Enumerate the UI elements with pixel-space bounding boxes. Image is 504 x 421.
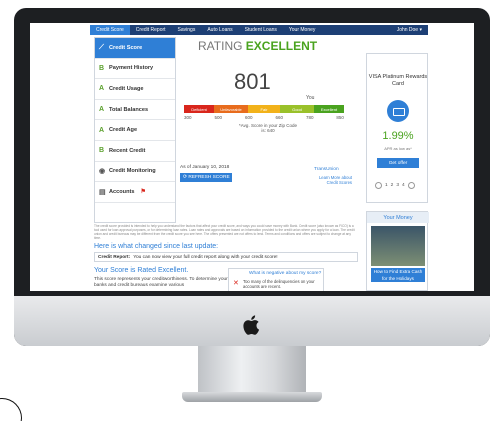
nav-auto-loans[interactable]: Auto Loans xyxy=(201,27,238,33)
holiday-lights-image xyxy=(371,226,425,266)
nav-student-loans[interactable]: Student Loans xyxy=(239,27,283,33)
score-panel: RATING EXCELLENT 801 You Deficient Unfavo… xyxy=(178,37,358,223)
monitor-foot xyxy=(182,392,322,402)
grade-badge: A xyxy=(99,126,105,134)
monitor-icon: ◉ xyxy=(99,168,106,176)
offer-title: VISA Platinum Rewards Card xyxy=(368,74,428,87)
rating-value: EXCELLENT xyxy=(245,39,318,53)
scale-tick: 660 xyxy=(275,115,283,120)
offer-pager: 1 2 3 4 xyxy=(375,182,415,189)
top-nav: Credit Score Credit Report Savings Auto … xyxy=(90,25,428,35)
zip-average-note: *Avg. Score in your Zip Code is: 640 xyxy=(239,123,297,133)
offer-rate-note: APR as low as* xyxy=(384,146,412,151)
sidebar-item-label: Recent Credit xyxy=(109,147,146,154)
offer-card: VISA Platinum Rewards Card 1.99% APR as … xyxy=(366,53,428,203)
score-scale-bar: Deficient Unfavorable Fair Good Excellent xyxy=(184,105,344,113)
nav-credit-score[interactable]: Credit Score xyxy=(90,25,130,35)
nav-savings[interactable]: Savings xyxy=(172,27,202,33)
your-money-heading: Your Money xyxy=(367,212,429,223)
flag-icon: ⚑ xyxy=(140,189,146,196)
nav-your-money[interactable]: Your Money xyxy=(283,27,322,33)
sidebar-item-label: Credit Monitoring xyxy=(109,168,156,175)
your-money-article-link[interactable]: How to Find Extra Cash for the Holidays xyxy=(371,268,425,282)
transunion-logo: TransUnion xyxy=(314,167,339,172)
your-money-card: Your Money How to Find Extra Cash for th… xyxy=(366,211,429,291)
grade-badge: B xyxy=(99,147,105,155)
rated-text: This score represents your creditworthin… xyxy=(94,277,243,288)
accounts-icon: ▤ xyxy=(99,188,106,196)
sidebar-item-recent-credit[interactable]: B Recent Credit xyxy=(95,141,175,162)
changes-text: You can now view your full credit report… xyxy=(133,254,278,260)
sidebar-item-credit-age[interactable]: A Credit Age xyxy=(95,120,175,141)
scale-segment-good: Good xyxy=(280,105,314,113)
page-1[interactable]: 1 xyxy=(385,183,388,188)
grade-badge: B xyxy=(99,64,105,72)
scale-tick: 500 xyxy=(214,115,222,120)
scale-tick: 600 xyxy=(244,115,253,120)
rating-prefix: RATING xyxy=(198,39,243,53)
nav-credit-report[interactable]: Credit Report xyxy=(130,27,172,33)
sidebar-item-payment-history[interactable]: B Payment History xyxy=(95,59,175,80)
you-marker: You xyxy=(306,95,315,101)
monitor-stand xyxy=(198,346,306,398)
score-scale-ticks: 300 500 600 660 780 850 xyxy=(184,115,344,120)
rated-heading: Your Score is Rated Excellent. xyxy=(94,267,189,274)
sidebar-item-label: Credit Score xyxy=(109,44,143,51)
chart-icon: ⟋ xyxy=(99,43,104,51)
changes-item: Credit Report: You can now view your ful… xyxy=(94,252,358,262)
sidebar-item-label: Total Balances xyxy=(109,106,149,113)
apple-logo-icon xyxy=(243,315,260,335)
scale-segment-excellent: Excellent xyxy=(314,105,344,113)
user-menu[interactable]: John Doe ▾ xyxy=(391,27,428,33)
sidebar-item-label: Credit Usage xyxy=(109,85,144,92)
changes-label: Credit Report: xyxy=(98,254,131,260)
decorative-curve xyxy=(0,398,22,421)
screen: Credit Score Credit Report Savings Auto … xyxy=(30,23,474,291)
negative-box: What is negative about my score? ✕ Too m… xyxy=(228,268,324,291)
scale-segment-fair: Fair xyxy=(248,105,280,113)
close-x-icon: ✕ xyxy=(233,280,239,287)
prev-arrow-icon[interactable] xyxy=(375,182,382,189)
scale-segment-unfavorable: Unfavorable xyxy=(214,105,248,113)
credit-score-value: 801 xyxy=(234,69,271,94)
as-of-date: As of January 10, 2018 xyxy=(180,165,230,170)
changes-heading: Here is what changed since last update: xyxy=(94,243,219,250)
refresh-score-button[interactable]: ⟳ REFRESH SCORE xyxy=(180,173,232,182)
next-arrow-icon[interactable] xyxy=(407,182,415,189)
page-4[interactable]: 4 xyxy=(402,183,405,188)
fine-print: The credit score provided is intended to… xyxy=(94,224,355,240)
get-offer-button[interactable]: Get offer xyxy=(377,158,419,168)
page-2[interactable]: 2 xyxy=(391,183,394,188)
sidebar-item-label: Credit Age xyxy=(109,127,138,134)
sidebar-item-credit-usage[interactable]: A Credit Usage xyxy=(95,79,175,100)
page-3[interactable]: 3 xyxy=(396,183,399,188)
grade-badge: A xyxy=(99,85,105,93)
learn-more-link[interactable]: Learn More about Credit Scores xyxy=(314,175,352,185)
scale-tick: 850 xyxy=(336,115,344,120)
sidebar: ⟋ Credit Score B Payment History A Credi… xyxy=(94,37,176,223)
scale-segment-deficient: Deficient xyxy=(184,105,214,113)
sidebar-item-label: Payment History xyxy=(109,65,154,72)
scale-tick: 300 xyxy=(184,115,192,120)
sidebar-item-accounts[interactable]: ▤ Accounts ⚑ xyxy=(95,182,175,203)
negative-text: Too many of the delinquencies on your ac… xyxy=(243,279,315,289)
sidebar-item-label: Accounts xyxy=(109,188,135,195)
grade-badge: A xyxy=(99,106,105,114)
stage: Credit Score Credit Report Savings Auto … xyxy=(0,0,504,421)
offer-rate: 1.99% xyxy=(382,130,414,142)
negative-heading[interactable]: What is negative about my score? xyxy=(249,271,321,276)
sidebar-item-credit-score[interactable]: ⟋ Credit Score xyxy=(95,38,175,59)
scale-tick: 780 xyxy=(305,115,314,120)
sidebar-item-credit-monitoring[interactable]: ◉ Credit Monitoring xyxy=(95,162,175,183)
credit-card-icon xyxy=(387,100,409,122)
rating-heading: RATING EXCELLENT xyxy=(198,39,317,53)
sidebar-item-total-balances[interactable]: A Total Balances xyxy=(95,100,175,121)
